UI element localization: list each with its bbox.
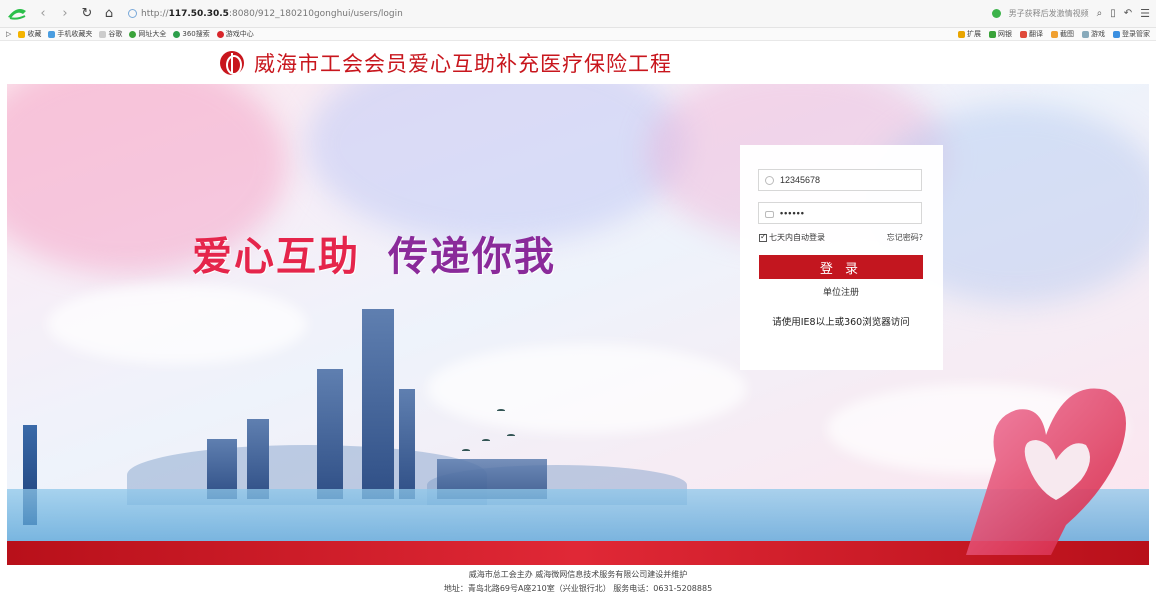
browser-tip: 请使用IE8以上或360浏览器访问 [772,317,910,328]
extension-label: 网银 [998,30,1012,38]
heart-hands-image [966,388,1126,555]
bookmarks-bar: ▷ 收藏 手机收藏夹 谷歌 网址大全 360搜索 游戏中心 扩展 网银 翻译 截… [0,28,1156,41]
bookmark-item[interactable]: 360搜索 [173,29,210,39]
bookmark-item[interactable]: 谷歌 [99,29,122,39]
bookmark-label: 手机收藏夹 [57,30,93,38]
register-link[interactable]: 单位注册 [759,285,923,298]
bookmark-item[interactable]: 手机收藏夹 [48,29,92,39]
extension-label: 扩展 [967,30,981,38]
menu-icon[interactable]: ☰ [1140,7,1150,20]
extension-item[interactable]: 游戏 [1082,29,1105,39]
extension-item[interactable]: 登录管家 [1113,29,1150,39]
slogan-part1: 爱心互助 [192,233,360,280]
extension-label: 登录管家 [1122,30,1150,38]
news-ticker[interactable]: 男子获释后发激情视频 [1009,8,1089,19]
search-icon[interactable]: ⌕ [1097,8,1103,19]
browser-logo-icon[interactable] [6,7,28,21]
bookmark-label: 网址大全 [138,30,167,38]
hero-banner: 爱心互助 传递你我 [7,84,1149,565]
bookmark-label: 收藏 [27,30,42,38]
extension-label: 翻译 [1029,30,1043,38]
extension-label: 截图 [1060,30,1074,38]
site-header: 威海市工会会员爱心互助补充医疗保险工程 [0,41,1156,84]
login-form: 七天内自动登录 忘记密码? 登 录 单位注册 请使用IE8以上或360浏览器访问 [740,145,943,370]
remember-checkbox[interactable] [759,232,767,242]
forgot-password-link[interactable]: 忘记密码? [887,232,923,243]
url-path: :8080/912_180210gonghui/users/login [228,8,403,19]
trade-union-logo-icon [220,50,244,75]
bookmark-item[interactable]: 网址大全 [129,29,166,39]
forward-icon[interactable]: › [58,6,72,21]
banner-slogan: 爱心互助 传递你我 [192,224,556,282]
lock-icon [765,210,774,218]
password-field[interactable] [758,202,922,224]
extension-item[interactable]: 网银 [989,29,1012,39]
toggle-sidebar-icon[interactable]: ▷ [6,30,11,38]
url-host: 117.50.30.5 [168,8,229,19]
username-input[interactable] [780,175,910,185]
page-footer: 威海市总工会主办 威海微网信息技术服务有限公司建设并维护 地址：青岛北路69号A… [0,568,1156,596]
username-field[interactable] [758,169,922,191]
sidebar-icon[interactable]: ▯ [1110,8,1116,19]
footer-line-1: 威海市总工会主办 威海微网信息技术服务有限公司建设并维护 [468,570,688,579]
reload-icon[interactable]: ↻ [80,6,94,21]
undo-icon[interactable]: ↶ [1124,8,1132,19]
browser-toolbar: ‹ › ↻ ⌂ http://117.50.30.5:8080/912_1802… [0,0,1156,28]
login-button[interactable]: 登 录 [759,255,923,279]
site-title: 威海市工会会员爱心互助补充医疗保险工程 [254,51,672,76]
password-input[interactable] [780,208,910,218]
bookmark-item[interactable]: 收藏 [18,29,41,39]
slogan-part2: 传递你我 [388,233,556,280]
login-options: 七天内自动登录 忘记密码? [759,232,923,243]
extension-item[interactable]: 扩展 [958,29,981,39]
extension-label: 游戏 [1091,30,1105,38]
security-icon[interactable] [991,9,1001,18]
back-icon[interactable]: ‹ [36,6,50,21]
bookmark-label: 谷歌 [108,30,123,38]
extension-item[interactable]: 翻译 [1020,29,1043,39]
footer-line-2: 地址：青岛北路69号A座210室（兴业银行北） 服务电话：0631-520888… [443,584,713,593]
bookmark-label: 360搜索 [182,30,210,38]
address-bar[interactable]: http://117.50.30.5:8080/912_180210gonghu… [128,9,403,19]
remember-label: 七天内自动登录 [769,233,825,242]
bookmark-label: 游戏中心 [225,30,254,38]
remember-me[interactable]: 七天内自动登录 [759,232,825,243]
extension-item[interactable]: 截图 [1051,29,1074,39]
url-prefix: http:// [141,8,169,19]
user-icon [765,175,774,185]
globe-icon [128,9,137,18]
home-icon[interactable]: ⌂ [102,6,116,21]
bookmark-item[interactable]: 游戏中心 [216,29,254,39]
